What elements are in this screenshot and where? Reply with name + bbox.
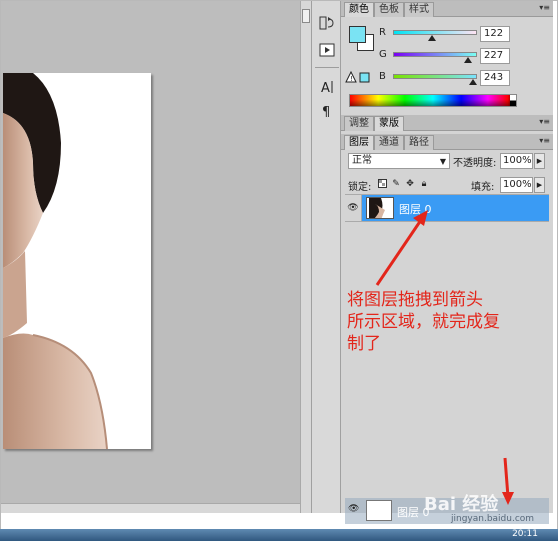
lock-all-icon[interactable]: 🔒︎	[419, 178, 429, 189]
eye-icon: 👁︎	[348, 504, 360, 514]
panel-menu-icon[interactable]: ▾≡	[539, 117, 550, 126]
layer-row[interactable]: 👁︎ 图层 0	[345, 194, 549, 222]
tab-paths[interactable]: 路径	[404, 135, 434, 150]
character-icon[interactable]: A	[317, 78, 337, 96]
portrait-image	[3, 73, 108, 449]
strip-divider	[315, 67, 339, 68]
scroll-thumb[interactable]	[302, 9, 310, 23]
svg-text:A: A	[321, 81, 330, 94]
blue-value-field[interactable]: 243	[480, 70, 510, 86]
blue-slider[interactable]: B 243	[379, 70, 553, 88]
color-panel-tabbar: 颜色 色板 样式 ▾≡	[341, 1, 553, 17]
opacity-slider-toggle[interactable]: ▶	[534, 153, 545, 169]
watermark-url: jingyan.baidu.com	[451, 514, 535, 524]
fill-field[interactable]: 100%	[500, 177, 533, 193]
tab-masks[interactable]: 蒙版	[374, 116, 404, 131]
blue-track[interactable]	[393, 74, 477, 79]
lock-transparency-icon[interactable]	[377, 178, 387, 189]
svg-text:¶: ¶	[322, 105, 330, 118]
layer-thumbnail	[366, 197, 394, 219]
eye-icon[interactable]: 👁︎	[345, 195, 362, 221]
layer-name[interactable]: 图层 0	[399, 201, 432, 217]
blend-mode-select[interactable]: 正常 ▼	[348, 153, 450, 169]
actions-play-icon[interactable]	[317, 41, 337, 59]
chevron-down-icon: ▼	[439, 157, 446, 166]
baidu-watermark: Bai 经验	[424, 494, 499, 515]
green-knob[interactable]	[464, 57, 472, 63]
right-panels: 颜色 色板 样式 ▾≡ R 122 G 227 ! B 243 调整 蒙版 ▾≡	[341, 1, 553, 513]
layer-thumbnail	[366, 500, 392, 521]
fill-slider-toggle[interactable]: ▶	[534, 177, 545, 193]
adjust-panel-tabbar: 调整 蒙版 ▾≡	[341, 115, 553, 131]
black-white-swatch[interactable]	[510, 95, 516, 106]
panel-menu-icon[interactable]: ▾≡	[539, 3, 550, 12]
green-label: G	[379, 49, 387, 60]
panel-menu-icon[interactable]: ▾≡	[539, 136, 550, 145]
tab-channels[interactable]: 通道	[374, 135, 404, 150]
lock-options: ✎ ✥ 🔒︎	[377, 178, 429, 189]
lock-move-icon[interactable]: ✥	[405, 178, 415, 189]
svg-text:!: !	[350, 75, 353, 83]
annotation-line: 制了	[347, 334, 381, 354]
lock-brush-icon[interactable]: ✎	[391, 178, 401, 189]
gamut-warning-icon: !	[345, 70, 370, 83]
annotation-text: 将图层拖拽到箭头 所示区域，就完成复 制了	[347, 289, 558, 355]
tab-swatches[interactable]: 色板	[374, 2, 404, 17]
tab-adjustments[interactable]: 调整	[344, 116, 374, 131]
fill-label: 填充:	[471, 182, 495, 193]
horizontal-scrollbar[interactable]	[1, 503, 300, 513]
spectrum-shade	[350, 95, 516, 106]
panel-dock-strip: A ¶	[311, 1, 341, 513]
color-spectrum-bar[interactable]	[349, 94, 517, 107]
canvas-area[interactable]	[1, 1, 311, 513]
blend-mode-value: 正常	[352, 155, 372, 166]
tab-color[interactable]: 颜色	[344, 2, 374, 17]
history-icon[interactable]	[317, 14, 337, 32]
opacity-field[interactable]: 100%	[500, 153, 533, 169]
red-knob[interactable]	[428, 35, 436, 41]
annotation-line: 将图层拖拽到箭头	[347, 290, 483, 310]
red-slider[interactable]: R 122	[379, 26, 553, 44]
vertical-scrollbar[interactable]	[300, 1, 311, 513]
document-canvas[interactable]	[3, 73, 151, 449]
lock-label: 锁定:	[348, 182, 372, 193]
os-taskbar: 20:11	[0, 529, 558, 541]
green-slider[interactable]: G 227	[379, 48, 553, 66]
layers-panel-tabbar: 图层 通道 路径 ▾≡	[341, 134, 553, 150]
gamut-warning[interactable]: !	[345, 70, 375, 83]
annotation-line: 所示区域，就完成复	[347, 312, 500, 332]
taskbar-clock: 20:11	[512, 529, 538, 539]
foreground-color-swatch[interactable]	[349, 26, 366, 43]
paragraph-icon[interactable]: ¶	[317, 102, 337, 120]
blue-knob[interactable]	[469, 79, 477, 85]
red-value-field[interactable]: 122	[480, 26, 510, 42]
opacity-label: 不透明度:	[453, 158, 497, 169]
red-label: R	[379, 27, 386, 38]
green-value-field[interactable]: 227	[480, 48, 510, 64]
tab-styles[interactable]: 样式	[404, 2, 434, 17]
tab-layers[interactable]: 图层	[344, 135, 374, 150]
blue-label: B	[379, 71, 386, 82]
